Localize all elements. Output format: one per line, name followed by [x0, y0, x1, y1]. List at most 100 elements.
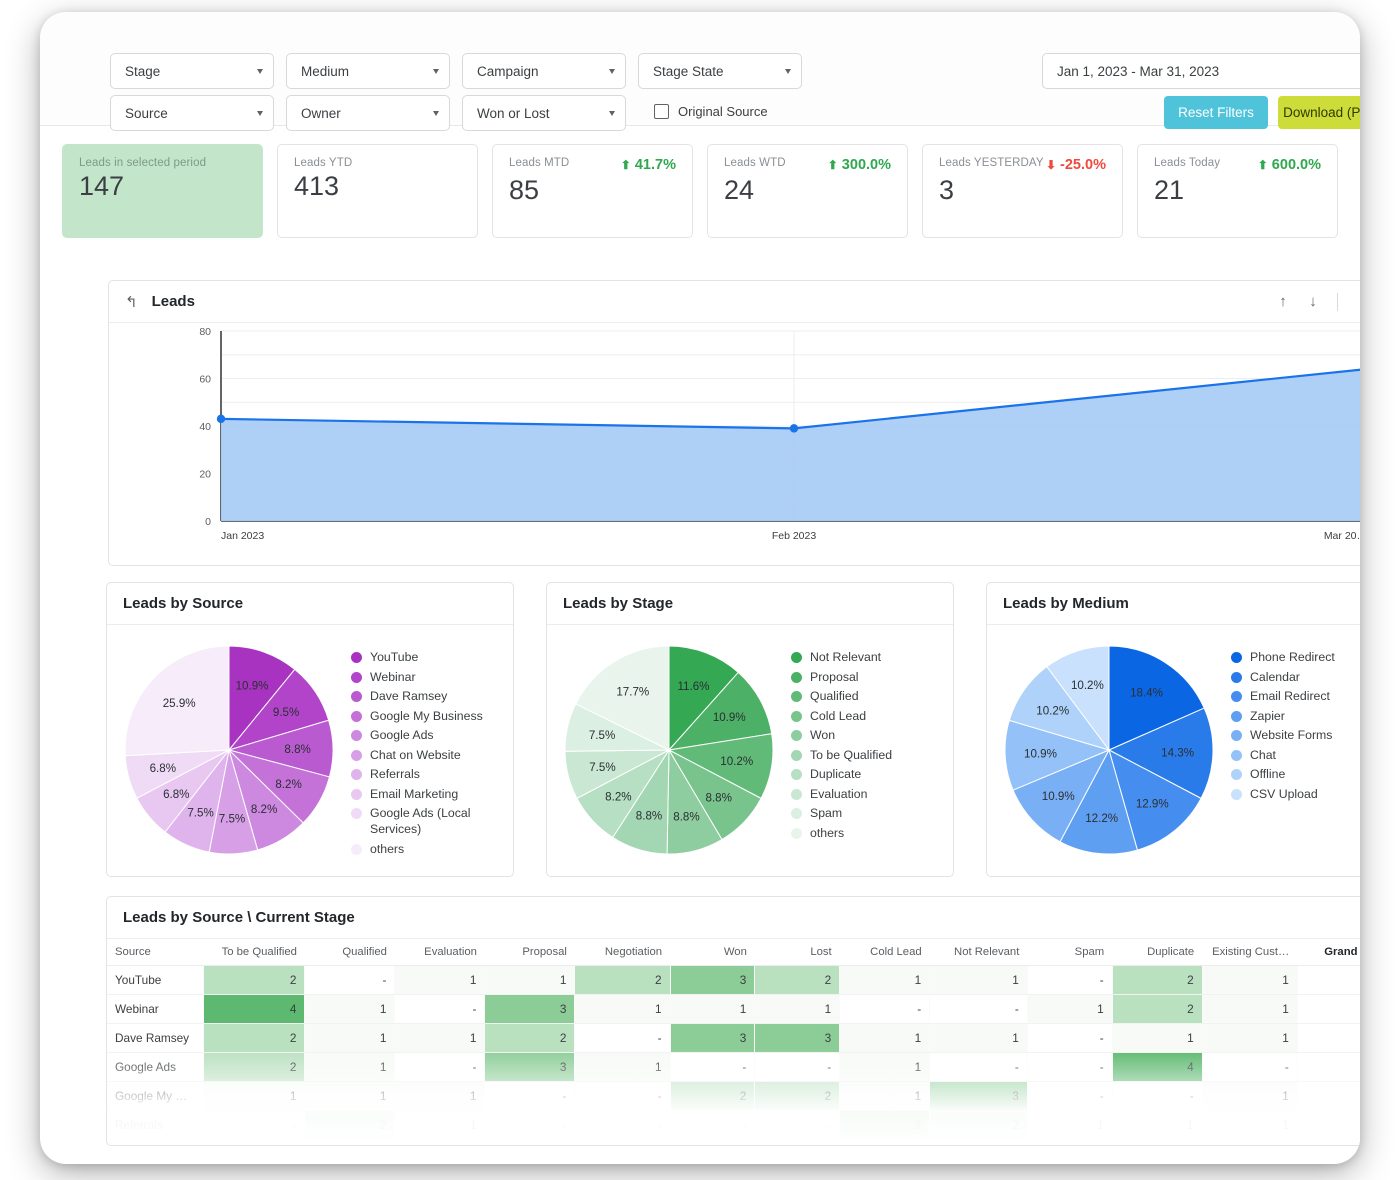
- column-header-13[interactable]: Grand total: [1297, 939, 1360, 966]
- filter-owner-label: Owner: [301, 106, 427, 121]
- column-header-9[interactable]: Not Relevant: [930, 939, 1028, 966]
- legend-item[interactable]: Website Forms: [1231, 727, 1360, 743]
- cell-r3-c2: -: [395, 1053, 485, 1082]
- cell-r6-c10: 1: [1112, 1140, 1202, 1147]
- table-row[interactable]: Google My Bu…111--2213--112: [107, 1082, 1360, 1111]
- cell-r2-c7: 1: [840, 1024, 930, 1053]
- legend-item[interactable]: Google My Business: [351, 708, 505, 724]
- legend-item[interactable]: Google Ads (Local Services): [351, 805, 505, 837]
- column-header-12[interactable]: Existing Cust…: [1202, 939, 1297, 966]
- more-options-icon[interactable]: [1349, 289, 1360, 315]
- legend-item[interactable]: Calendar: [1231, 669, 1360, 685]
- move-up-icon[interactable]: ↑: [1270, 289, 1296, 315]
- legend-color-swatch: [791, 769, 802, 780]
- legend-item[interactable]: Referrals: [351, 766, 505, 782]
- divider: [1337, 293, 1338, 311]
- kpi-value: 413: [294, 171, 461, 202]
- legend-item[interactable]: Dave Ramsey: [351, 688, 505, 704]
- undo-icon[interactable]: ↰: [125, 293, 138, 311]
- leads-by-stage-pie[interactable]: 11.6%10.9%10.2%8.8%8.8%8.8%8.2%7.5%7.5%1…: [553, 635, 785, 875]
- leads-by-source-card: Leads by Source 10.9%9.5%8.8%8.2%8.2%7.5…: [106, 582, 514, 877]
- legend-item[interactable]: Webinar: [351, 669, 505, 685]
- row-grand-total: 12: [1297, 1082, 1360, 1111]
- column-header-10[interactable]: Spam: [1027, 939, 1112, 966]
- svg-text:7.5%: 7.5%: [589, 729, 615, 742]
- kpi-card-4[interactable]: Leads YESTERDAY⬇ -25.0%3: [922, 144, 1123, 238]
- legend-label: Chat: [1250, 747, 1276, 763]
- filter-campaign[interactable]: Campaign: [462, 53, 626, 89]
- table-row[interactable]: Referrals-21----3211111: [107, 1111, 1360, 1140]
- svg-text:40: 40: [199, 421, 211, 433]
- legend-item[interactable]: To be Qualified: [791, 747, 945, 763]
- column-header-5[interactable]: Negotiation: [575, 939, 670, 966]
- legend-item[interactable]: Chat: [1231, 747, 1360, 763]
- leads-by-medium-pie[interactable]: 18.4%14.3%12.9%12.2%10.9%10.9%10.2%10.2%: [993, 635, 1225, 875]
- chevron-down-icon: [785, 69, 791, 74]
- column-header-3[interactable]: Evaluation: [395, 939, 485, 966]
- legend-label: Google Ads: [370, 727, 434, 743]
- legend-item[interactable]: YouTube: [351, 649, 505, 665]
- legend-label: Evaluation: [810, 786, 867, 802]
- filter-medium[interactable]: Medium: [286, 53, 450, 89]
- legend-item[interactable]: Phone Redirect: [1231, 649, 1360, 665]
- cell-r4-c6: 2: [755, 1082, 840, 1111]
- cell-r3-c11: -: [1202, 1053, 1297, 1082]
- filter-source-label: Source: [125, 106, 251, 121]
- legend-item[interactable]: others: [351, 841, 505, 857]
- kpi-card-1[interactable]: Leads YTD413: [277, 144, 478, 238]
- table-row[interactable]: Webinar41-3111--12114: [107, 995, 1360, 1024]
- kpi-card-0[interactable]: Leads in selected period147: [62, 144, 263, 238]
- legend-item[interactable]: Offline: [1231, 766, 1360, 782]
- download-pdf-button[interactable]: Download (PDF): [1278, 96, 1360, 129]
- legend-label: Calendar: [1250, 669, 1300, 685]
- arrow-up-icon: ⬆: [1258, 158, 1268, 172]
- legend-item[interactable]: Qualified: [791, 688, 945, 704]
- leads-by-source-pie[interactable]: 10.9%9.5%8.8%8.2%8.2%7.5%7.5%6.8%6.8%25.…: [113, 635, 345, 875]
- column-header-7[interactable]: Lost: [755, 939, 840, 966]
- column-header-2[interactable]: Qualified: [305, 939, 395, 966]
- table-row[interactable]: Chat on Webs…12-1--213-1-11: [107, 1140, 1360, 1147]
- legend-item[interactable]: Email Marketing: [351, 786, 505, 802]
- table-row[interactable]: Dave Ramsey2112-3311-1113: [107, 1024, 1360, 1053]
- kpi-card-5[interactable]: Leads Today⬆ 600.0%21: [1137, 144, 1338, 238]
- legend-item[interactable]: Cold Lead: [791, 708, 945, 724]
- column-header-11[interactable]: Duplicate: [1112, 939, 1202, 966]
- table-row[interactable]: YouTube2-1123211-2116: [107, 966, 1360, 995]
- column-header-8[interactable]: Cold Lead: [840, 939, 930, 966]
- legend-item[interactable]: Zapier: [1231, 708, 1360, 724]
- row-source: Chat on Webs…: [107, 1140, 203, 1147]
- reset-filters-button[interactable]: Reset Filters: [1164, 96, 1268, 129]
- column-header-1[interactable]: To be Qualified: [203, 939, 305, 966]
- legend-item[interactable]: Won: [791, 727, 945, 743]
- legend-item[interactable]: Not Relevant: [791, 649, 945, 665]
- cell-r6-c3: 1: [485, 1140, 575, 1147]
- legend-item[interactable]: Chat on Website: [351, 747, 505, 763]
- original-source-checkbox[interactable]: Original Source: [654, 104, 768, 119]
- legend-item[interactable]: Email Redirect: [1231, 688, 1360, 704]
- cell-r2-c9: -: [1027, 1024, 1112, 1053]
- legend-item[interactable]: Evaluation: [791, 786, 945, 802]
- arrow-up-icon: ⬆: [828, 158, 838, 172]
- kpi-card-3[interactable]: Leads WTD⬆ 300.0%24: [707, 144, 908, 238]
- leads-chart-plot[interactable]: 020406080Jan 2023Feb 2023Mar 20…: [109, 323, 1360, 566]
- date-range-picker[interactable]: Jan 1, 2023 - Mar 31, 2023: [1042, 53, 1360, 89]
- kpi-card-2[interactable]: Leads MTD⬆ 41.7%85: [492, 144, 693, 238]
- column-header-6[interactable]: Won: [670, 939, 755, 966]
- legend-item[interactable]: Duplicate: [791, 766, 945, 782]
- original-source-label: Original Source: [678, 104, 768, 119]
- legend-label: others: [810, 825, 844, 841]
- legend-item[interactable]: Proposal: [791, 669, 945, 685]
- legend-item[interactable]: others: [791, 825, 945, 841]
- column-header-0[interactable]: Source: [107, 939, 203, 966]
- legend-item[interactable]: CSV Upload: [1231, 786, 1360, 802]
- legend-color-swatch: [1231, 672, 1242, 683]
- column-header-4[interactable]: Proposal: [485, 939, 575, 966]
- legend-item[interactable]: Google Ads: [351, 727, 505, 743]
- filter-stage[interactable]: Stage: [110, 53, 274, 89]
- legend-item[interactable]: Spam: [791, 805, 945, 821]
- legend-label: Cold Lead: [810, 708, 866, 724]
- move-down-icon[interactable]: ↓: [1300, 289, 1326, 315]
- legend-color-swatch: [1231, 711, 1242, 722]
- filter-stage-state[interactable]: Stage State: [638, 53, 802, 89]
- table-row[interactable]: Google Ads21-31--1--4-12: [107, 1053, 1360, 1082]
